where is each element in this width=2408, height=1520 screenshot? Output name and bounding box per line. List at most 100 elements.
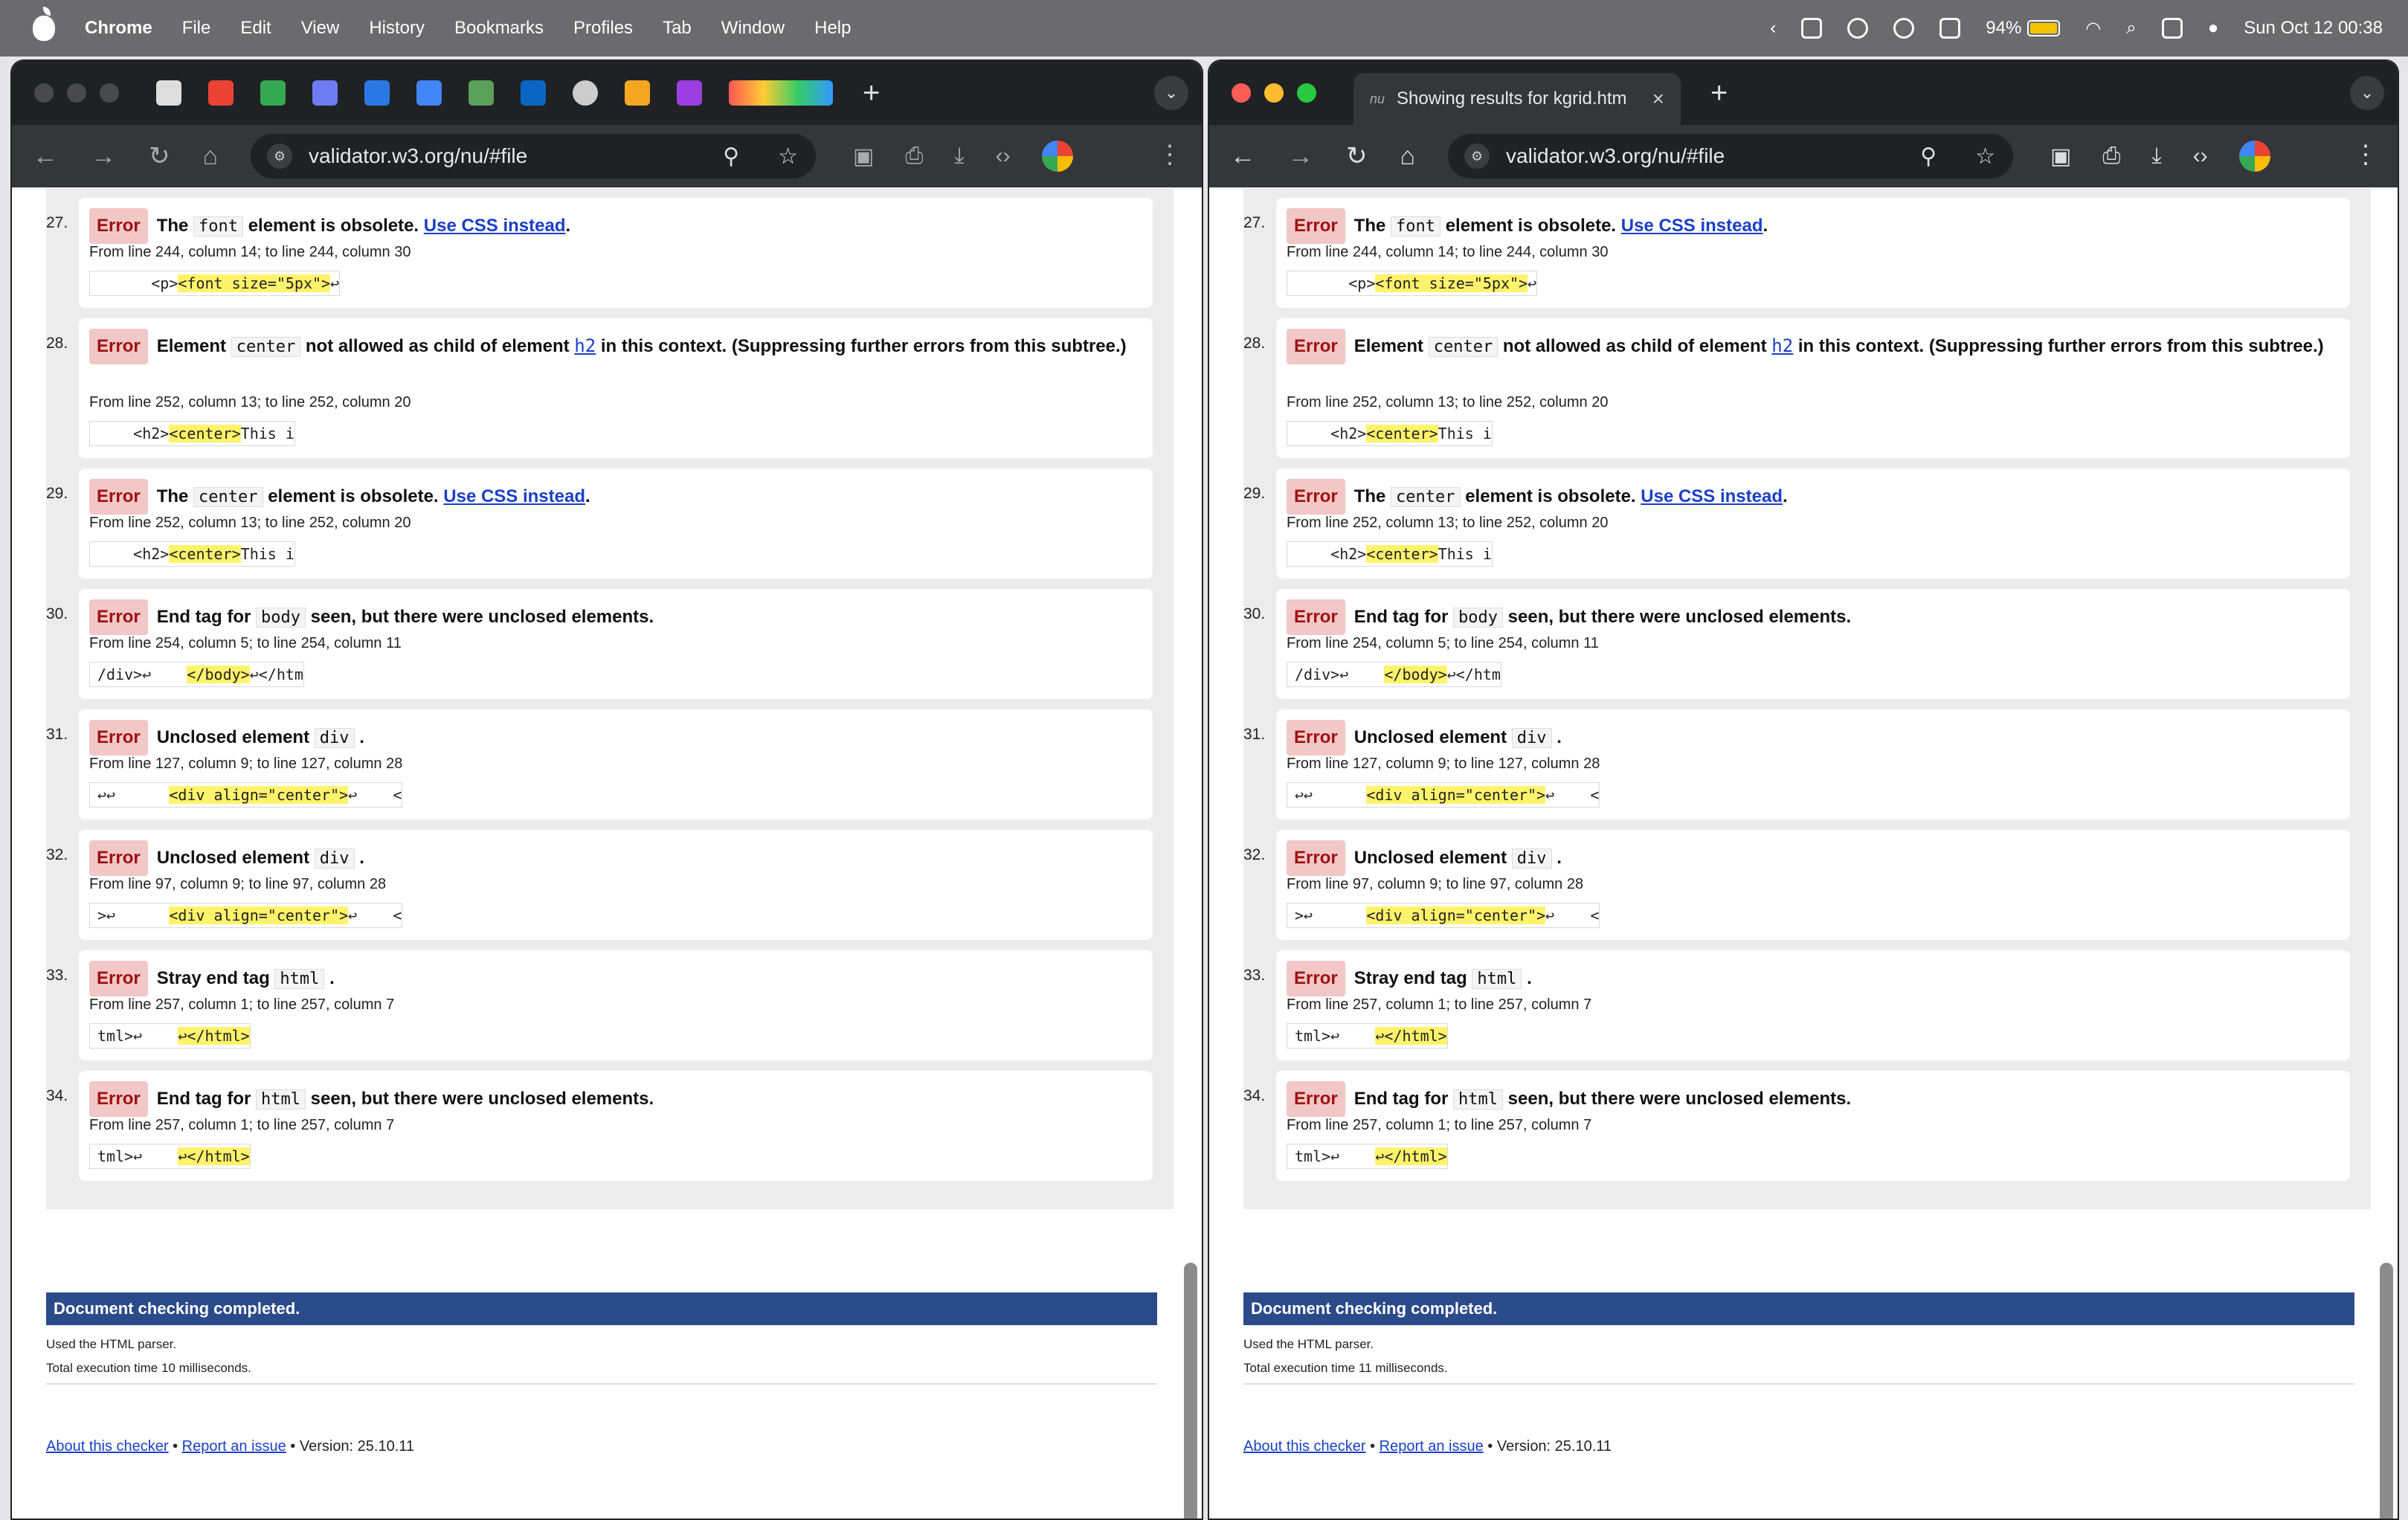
pinned-tab-icon[interactable]	[156, 80, 181, 106]
url-text[interactable]: validator.w3.org/nu/#file	[1506, 144, 1725, 168]
code-term: html	[274, 969, 325, 989]
menu-bookmarks[interactable]: Bookmarks	[454, 18, 544, 39]
about-checker-link[interactable]: About this checker	[46, 1438, 169, 1455]
wifi-icon[interactable]: ◠	[2085, 18, 2101, 39]
message-prefix: Unclosed element	[1353, 848, 1507, 868]
close-window-button[interactable]	[1232, 83, 1251, 103]
scrollbar-thumb[interactable]	[2380, 1263, 2393, 1519]
tool-icon[interactable]	[625, 80, 650, 106]
extract-before: tml>↩	[97, 1147, 178, 1165]
menu-tab[interactable]: Tab	[663, 18, 692, 39]
window-controls[interactable]	[1232, 83, 1316, 103]
search-icon[interactable]: ⌕	[2126, 18, 2136, 39]
menu-history[interactable]: History	[369, 18, 425, 39]
menu-edit[interactable]: Edit	[240, 18, 271, 39]
message-middle: .	[1556, 727, 1562, 747]
new-tab-button[interactable]: +	[863, 78, 880, 108]
menu-view[interactable]: View	[301, 18, 340, 39]
print-icon[interactable]: ⎙	[2102, 144, 2120, 169]
h2-element-link[interactable]: h2	[1771, 335, 1793, 356]
gear-icon[interactable]	[1893, 18, 1915, 39]
address-bar[interactable]: ⚙ validator.w3.org/nu/#file ⚲ ☆	[1448, 134, 2014, 178]
message-text: Error End tag for html seen, but there we…	[89, 1081, 1142, 1117]
infinity-icon[interactable]	[312, 80, 338, 106]
tab-search-button[interactable]: ⌄	[2350, 76, 2384, 110]
menu-window[interactable]: Window	[721, 18, 785, 39]
tab-search-button[interactable]: ⌄	[1154, 76, 1188, 110]
zoom-icon[interactable]: ⚲	[723, 144, 739, 170]
url-text[interactable]: validator.w3.org/nu/#file	[309, 144, 527, 168]
menu-help[interactable]: Help	[814, 18, 851, 39]
openai-icon[interactable]	[573, 80, 598, 106]
sheets-icon[interactable]	[260, 80, 286, 106]
window-controls-inactive[interactable]	[34, 83, 119, 103]
use-css-instead-link[interactable]: Use CSS instead	[443, 486, 585, 506]
tab-group-icons[interactable]	[729, 80, 833, 106]
new-tab-button[interactable]: +	[1710, 78, 1728, 108]
download-icon[interactable]: ⤓	[2151, 144, 2161, 169]
profile-avatar[interactable]	[1041, 141, 1073, 172]
menu-file[interactable]: File	[182, 18, 211, 39]
message-prefix: Stray end tag	[156, 968, 270, 988]
home-icon[interactable]: ⌂	[203, 142, 219, 171]
site-settings-icon[interactable]: ⚙	[267, 144, 293, 169]
home-icon[interactable]: ⌂	[1400, 142, 1416, 171]
site-settings-icon[interactable]: ⚙	[1464, 144, 1490, 169]
bookmark-star-icon[interactable]: ☆	[778, 144, 798, 170]
address-bar[interactable]: ⚙ validator.w3.org/nu/#file ⚲ ☆	[251, 134, 817, 178]
download-icon[interactable]: ⤓	[954, 144, 964, 169]
active-tab[interactable]: nu Showing results for kgrid.htm ×	[1353, 73, 1681, 125]
tab-strip: nu Showing results for kgrid.htm × + ⌄	[1209, 61, 2398, 125]
bookmark-star-icon[interactable]: ☆	[1975, 144, 1995, 170]
error-message: 29. Error The center element is obsolete. …	[46, 468, 1153, 579]
h2-element-link[interactable]: h2	[574, 335, 596, 356]
message-number: 32.	[46, 846, 68, 863]
reload-icon[interactable]: ↻	[1346, 141, 1368, 171]
siri-icon[interactable]: ●	[2208, 18, 2219, 39]
forward-arrow-icon[interactable]: →	[1288, 142, 1313, 171]
execution-time: Total execution time 11 milliseconds.	[1243, 1361, 1448, 1375]
menubar-clock[interactable]: Sun Oct 12 00:38	[2244, 18, 2383, 39]
error-badge: Error	[1287, 599, 1345, 635]
back-arrow-icon[interactable]: ←	[33, 142, 58, 171]
menu-app-chrome[interactable]: Chrome	[85, 18, 152, 39]
extension-icon[interactable]: ▣	[853, 144, 874, 170]
apple-menu-icon[interactable]	[33, 7, 55, 41]
zoom-icon[interactable]: ⚲	[1920, 144, 1937, 170]
tray-icon[interactable]	[1939, 18, 1961, 39]
menu-kebab-icon[interactable]: ⋮	[2353, 140, 2378, 170]
control-center-icon[interactable]	[2161, 18, 2183, 39]
divider	[1243, 1383, 2354, 1385]
print-icon[interactable]: ⎙	[905, 144, 923, 169]
report-issue-link[interactable]: Report an issue	[182, 1438, 286, 1455]
devtools-icon[interactable]: ‹›	[996, 144, 1011, 169]
use-css-instead-link[interactable]: Use CSS instead	[1621, 216, 1763, 236]
minimize-window-button[interactable]	[1264, 83, 1284, 103]
word-icon[interactable]	[364, 80, 390, 106]
menu-profiles[interactable]: Profiles	[573, 18, 633, 39]
back-arrow-icon[interactable]: ←	[1230, 142, 1255, 171]
zoom-window-button[interactable]	[1297, 83, 1316, 103]
video-icon[interactable]	[677, 80, 702, 106]
battery-status[interactable]: 94%	[1986, 18, 2061, 39]
close-tab-icon[interactable]: ×	[1652, 87, 1664, 111]
chevron-left-icon[interactable]: ‹	[1770, 18, 1776, 39]
devtools-icon[interactable]: ‹›	[2193, 144, 2208, 169]
gmail-icon[interactable]	[208, 80, 234, 106]
parser-note: Used the HTML parser.	[1243, 1337, 1374, 1351]
about-checker-link[interactable]: About this checker	[1243, 1438, 1366, 1455]
docs-icon[interactable]	[416, 80, 442, 106]
use-css-instead-link[interactable]: Use CSS instead	[1641, 486, 1783, 506]
record-icon[interactable]	[1847, 18, 1869, 39]
scrollbar-thumb[interactable]	[1184, 1263, 1197, 1519]
profile-avatar[interactable]	[2238, 141, 2270, 172]
use-css-instead-link[interactable]: Use CSS instead	[424, 216, 566, 236]
app-icon[interactable]	[469, 80, 494, 106]
linkedin-icon[interactable]	[521, 80, 546, 106]
forward-arrow-icon[interactable]: →	[91, 142, 116, 171]
extension-icon[interactable]: ▣	[2050, 144, 2071, 170]
menu-kebab-icon[interactable]: ⋮	[1157, 140, 1182, 170]
reload-icon[interactable]: ↻	[149, 141, 170, 171]
shirt-icon[interactable]	[1801, 18, 1823, 39]
report-issue-link[interactable]: Report an issue	[1380, 1438, 1484, 1455]
